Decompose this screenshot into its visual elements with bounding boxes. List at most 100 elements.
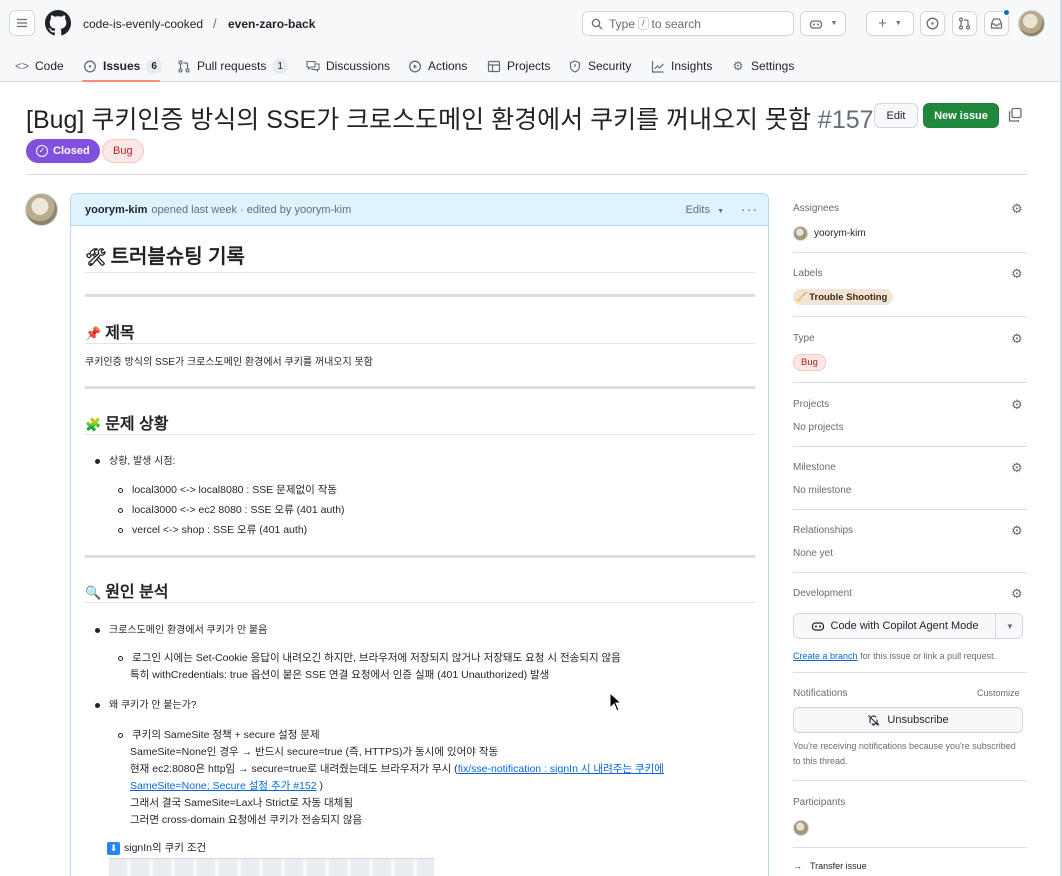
sidebar-divider — [793, 446, 1027, 447]
horizontal-rule — [85, 555, 755, 558]
section-text: 쿠키인증 방식의 SSE가 크로스도메인 환경에서 쿠키를 꺼내오지 못함 — [85, 357, 373, 368]
horizontal-rule — [85, 386, 755, 389]
list-item-continuation: SameSite=None인 경우 → 반드시 secure=true (즉, … — [130, 746, 499, 758]
body-heading: 🛠 트러블슈팅 기록 — [85, 246, 245, 268]
issue-body-comment: yoorym-kim opened last week · edited by … — [70, 193, 769, 876]
tab-discussions[interactable]: Discussions — [306, 56, 390, 76]
github-logo-icon[interactable] — [45, 10, 71, 36]
gear-icon[interactable]: ⚙ — [1011, 332, 1024, 345]
gear-icon[interactable]: ⚙ — [1011, 524, 1024, 537]
copilot-agent-button-group: Code with Copilot Agent Mode ▼ — [793, 613, 1023, 639]
list-item-continuation: 그러면 cross-domain 요청에선 쿠키가 전송되지 않음 — [130, 814, 363, 826]
development-title: Development — [793, 588, 852, 599]
list-item-continuation: 특히 withCredentials: true 옵션이 붙은 SSE 연결 요… — [130, 669, 550, 681]
gear-icon: ⚙ — [732, 59, 744, 73]
tab-settings[interactable]: ⚙ Settings — [731, 56, 795, 76]
tab-label: Code — [35, 59, 64, 73]
status-badge: ✓ Closed — [26, 139, 100, 163]
sidebar-divider — [793, 316, 1027, 317]
tab-label: Insights — [671, 59, 713, 73]
assignees-title: Assignees — [793, 203, 840, 214]
copilot-icon — [811, 622, 824, 631]
down-arrow-icon: ⬇ — [107, 842, 120, 855]
issue-title-text: [Bug] 쿠키인증 방식의 SSE가 크로스도메인 환경에서 쿠키를 꺼내오지… — [26, 106, 811, 134]
relationships-value: None yet — [793, 548, 834, 559]
heading-underline — [85, 272, 755, 273]
horizontal-rule — [85, 294, 755, 297]
pull-request-link[interactable]: SameSite=None; Secure 설정 추가 #152 — [130, 780, 317, 792]
author-avatar[interactable] — [25, 193, 58, 226]
milestone-title: Milestone — [793, 462, 836, 473]
edits-dropdown[interactable]: Edits ▼ — [686, 204, 724, 216]
issue-type-badge[interactable]: Bug — [102, 139, 144, 163]
sidebar-divider — [793, 382, 1027, 383]
mouse-cursor-icon — [609, 692, 623, 712]
menu-button[interactable] — [9, 10, 35, 36]
section-title: 🔍 원인 분석 — [85, 584, 169, 601]
copilot-agent-button[interactable]: Code with Copilot Agent Mode — [794, 614, 996, 638]
gear-icon[interactable]: ⚙ — [1011, 267, 1024, 280]
tab-insights[interactable]: Insights — [651, 56, 712, 76]
tab-code[interactable]: <> Code — [15, 56, 64, 76]
graph-icon — [651, 60, 664, 73]
gear-icon[interactable]: ⚙ — [1011, 202, 1024, 215]
section-title: 📌 제목 — [85, 325, 135, 342]
pull-request-link[interactable]: fix/sse-notification : signIn 시 내려주는 쿠키에 — [458, 763, 664, 775]
tab-label: Settings — [751, 59, 795, 73]
gear-icon[interactable]: ⚙ — [1011, 461, 1024, 474]
breadcrumb-separator: / — [213, 16, 217, 31]
tab-label: Pull requests — [197, 59, 267, 73]
search-icon — [591, 18, 603, 29]
tab-issues[interactable]: Issues 6 — [83, 56, 162, 76]
create-branch-link[interactable]: Create a branch — [793, 651, 858, 661]
tab-label: Discussions — [326, 59, 391, 73]
list-item: 왜 쿠키가 안 붙는가? — [95, 696, 197, 711]
tab-label: Issues — [103, 59, 141, 73]
check-circle-icon: ✓ — [36, 145, 48, 157]
code-icon: <> — [15, 59, 30, 73]
tab-label: Security — [588, 59, 632, 73]
issue-title: [Bug] 쿠키인증 방식의 SSE가 크로스도메인 환경에서 쿠키를 꺼내오지… — [26, 100, 874, 136]
list-item: 크로스도메인 환경에서 쿠키가 안 붙음 — [95, 621, 267, 636]
comment-author[interactable]: yoorym-kim — [85, 204, 147, 216]
tab-counter: 6 — [146, 58, 162, 74]
list-item-continuation: SameSite=None; Secure 설정 추가 #152 ) — [130, 780, 324, 792]
puzzle-icon: 🧩 — [85, 417, 102, 432]
active-tab-indicator — [82, 80, 160, 82]
assignee-item[interactable]: yoorym-kim — [793, 226, 866, 241]
tab-projects[interactable]: Projects — [487, 56, 550, 76]
customize-link[interactable]: Customize — [977, 688, 1020, 698]
type-bug-badge[interactable]: Bug — [793, 354, 826, 371]
list-item: vercel <-> shop : SSE 오류 (401 auth) — [118, 522, 307, 537]
table-icon — [487, 60, 501, 72]
gear-icon[interactable]: ⚙ — [1011, 587, 1024, 600]
participants-title: Participants — [793, 797, 846, 808]
tab-pull-requests[interactable]: Pull requests 1 — [177, 56, 288, 76]
sidebar-divider — [793, 252, 1027, 253]
tab-security[interactable]: Security — [568, 56, 631, 76]
transfer-issue-link[interactable]: → Transfer issue — [793, 861, 867, 871]
label-trouble-shooting[interactable]: 🧹 Trouble Shooting — [793, 289, 894, 305]
pushpin-icon: 📌 — [85, 326, 102, 341]
search-input[interactable]: Type / to search — [582, 11, 794, 36]
avatar — [793, 226, 808, 241]
breadcrumb-repo[interactable]: even-zaro-back — [228, 17, 315, 31]
unsubscribe-button[interactable]: Unsubscribe — [793, 707, 1023, 733]
notifications-title: Notifications — [793, 688, 848, 699]
magnifier-icon: 🔍 — [85, 585, 102, 600]
notification-reason-line2: to this thread. — [793, 756, 848, 766]
breadcrumb-owner[interactable]: code-is-evenly-cooked — [83, 17, 203, 31]
bell-slash-icon — [868, 714, 880, 726]
issue-sidebar: Assignees ⚙ yoorym-kim Labels ⚙ 🧹 Trouble… — [793, 0, 1027, 876]
comment-meta: opened last week · edited by yoorym-kim — [151, 203, 352, 216]
tab-actions[interactable]: Actions — [408, 56, 467, 76]
gear-icon[interactable]: ⚙ — [1011, 398, 1024, 411]
participant-avatar[interactable] — [793, 820, 809, 836]
chevron-down-icon[interactable]: ▼ — [997, 614, 1023, 638]
comment-header: yoorym-kim opened last week · edited by … — [71, 194, 768, 226]
relationships-title: Relationships — [793, 525, 854, 536]
list-item: 로그인 시에는 Set-Cookie 응답이 내려오긴 하지만, 브라우저에 저… — [118, 650, 621, 665]
kebab-menu-icon[interactable]: ··· — [741, 201, 758, 217]
section-underline — [85, 343, 755, 344]
create-branch-text: Create a branch for this issue or link a… — [793, 651, 997, 661]
